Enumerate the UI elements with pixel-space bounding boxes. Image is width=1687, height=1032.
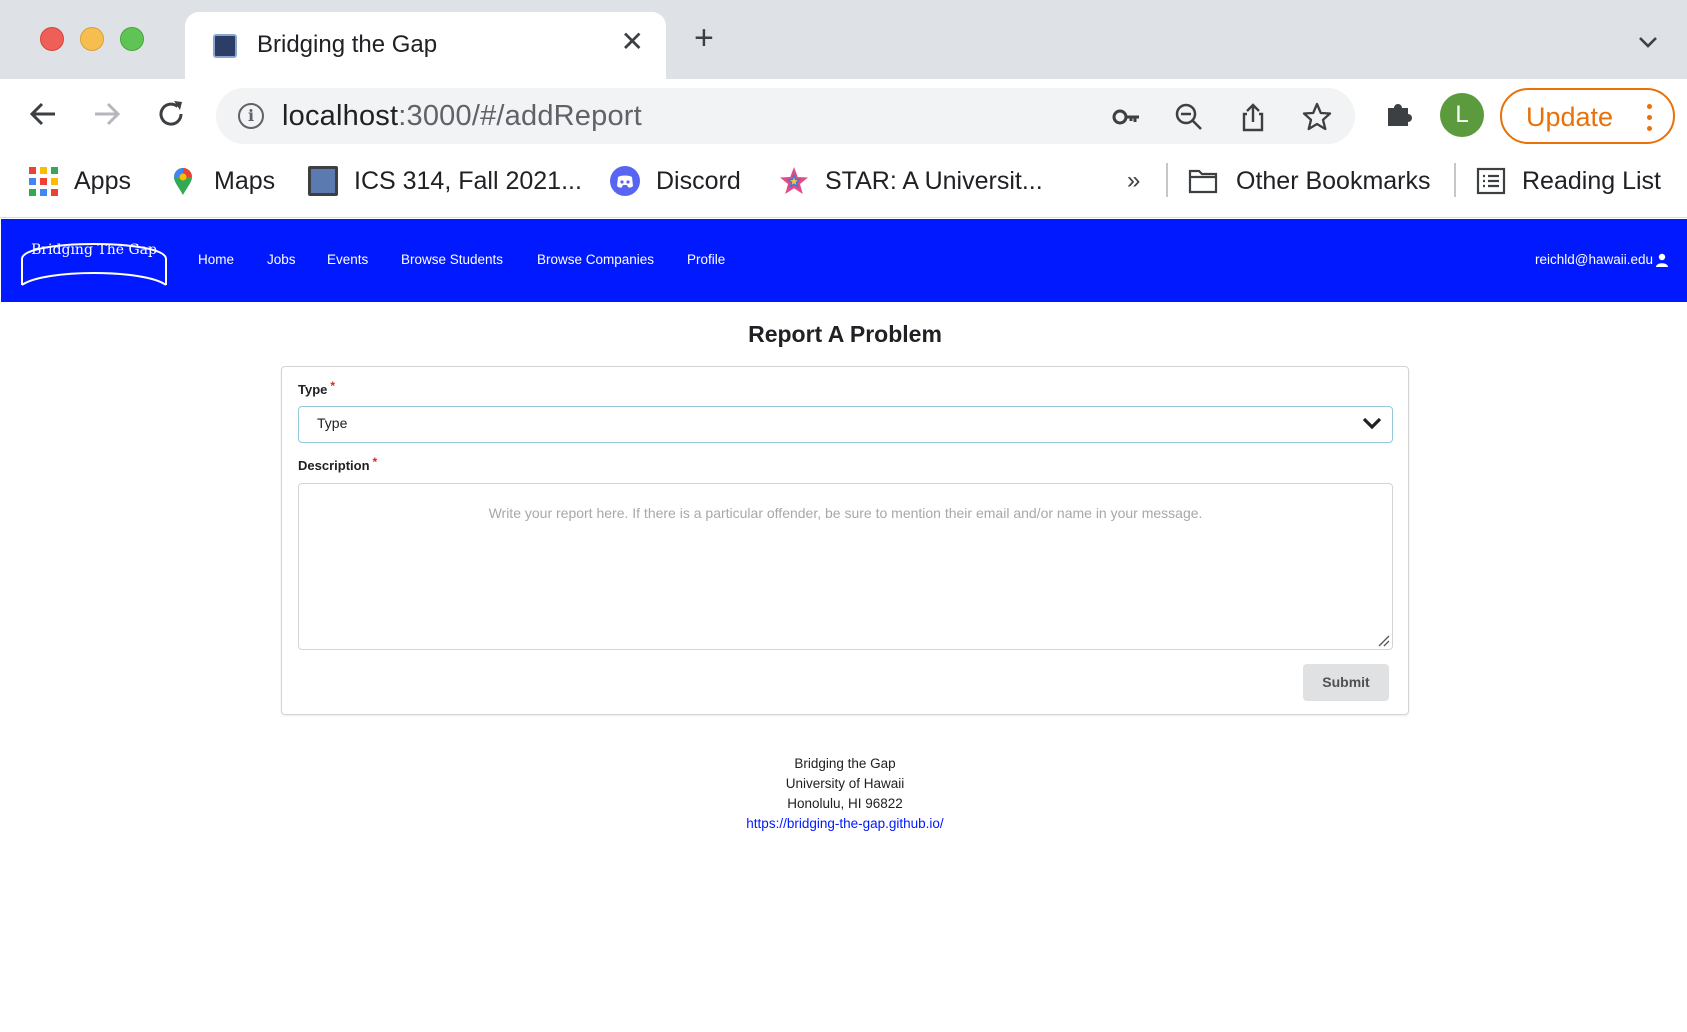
report-form-card: Type * Type Description * Write your repor…	[281, 366, 1409, 715]
bookmark-label: Maps	[214, 166, 276, 195]
bookmark-label: Reading List	[1522, 166, 1661, 195]
site-navbar: Bridging The Gap Home Jobs Events Browse…	[1, 219, 1687, 302]
apps-grid-icon	[28, 166, 58, 196]
forward-arrow-icon[interactable]	[89, 96, 125, 132]
bookmark-label: Discord	[656, 166, 741, 195]
bookmark-ics314[interactable]: ICS 314, Fall 2021...	[308, 164, 582, 198]
user-icon	[1656, 253, 1668, 267]
maximize-window-button[interactable]	[120, 27, 144, 51]
nav-browse-companies[interactable]: Browse Companies	[537, 252, 654, 267]
bookmark-star-icon[interactable]	[1302, 102, 1332, 132]
tab-close-icon[interactable]: ✕	[621, 27, 644, 57]
submit-button[interactable]: Submit	[1303, 664, 1389, 701]
footer-line-address: Honolulu, HI 96822	[787, 796, 903, 811]
reading-list-icon	[1476, 167, 1506, 195]
nav-events[interactable]: Events	[327, 252, 368, 267]
description-placeholder: Write your report here. If there is a pa…	[488, 505, 1203, 521]
type-label: Type *	[298, 379, 336, 397]
browser-window: Bridging the Gap ✕ + i localhost:3000/#/…	[0, 0, 1687, 1032]
footer-line-university: University of Hawaii	[785, 776, 905, 791]
page-content: Bridging The Gap Home Jobs Events Browse…	[0, 218, 1687, 1032]
address-bar[interactable]: i localhost:3000/#/addReport	[216, 88, 1355, 144]
footer-link[interactable]: https://bridging-the-gap.github.io/	[746, 816, 943, 831]
zoom-out-icon[interactable]	[1174, 102, 1204, 132]
bookmarks-bar: Apps Maps ICS 314, Fall 2021... Discord	[0, 151, 1687, 218]
type-select-value: Type	[317, 415, 348, 431]
kebab-menu-icon[interactable]	[1647, 104, 1653, 132]
url-text[interactable]: localhost:3000/#/addReport	[282, 100, 642, 133]
nav-browse-students[interactable]: Browse Students	[401, 252, 503, 267]
chevron-down-icon	[1362, 417, 1382, 430]
profile-avatar[interactable]: L	[1440, 93, 1484, 137]
reading-list-button[interactable]: Reading List	[1476, 164, 1661, 198]
bookmark-apps[interactable]: Apps	[28, 164, 131, 198]
minimize-window-button[interactable]	[80, 27, 104, 51]
nav-home[interactable]: Home	[198, 252, 234, 267]
back-arrow-icon[interactable]	[25, 96, 61, 132]
favicon-icon	[213, 34, 237, 58]
bookmark-star[interactable]: STAR: A Universit...	[779, 164, 1043, 198]
browser-toolbar: i localhost:3000/#/addReport L Update	[0, 79, 1687, 151]
reload-icon[interactable]	[153, 96, 189, 132]
bookmark-label: Apps	[74, 166, 131, 195]
update-label: Update	[1526, 102, 1614, 132]
tab-title: Bridging the Gap	[257, 31, 438, 58]
maps-pin-icon	[174, 168, 192, 195]
description-textarea[interactable]: Write your report here. If there is a pa…	[298, 483, 1393, 650]
user-email: reichld@hawaii.edu	[1534, 252, 1653, 267]
discord-icon	[610, 166, 640, 196]
key-icon[interactable]	[1111, 102, 1141, 132]
tab-search-chevron-icon[interactable]	[1636, 30, 1660, 54]
update-button[interactable]: Update	[1500, 88, 1675, 144]
nav-jobs[interactable]: Jobs	[267, 252, 296, 267]
type-select[interactable]: Type	[298, 406, 1393, 443]
new-tab-button[interactable]: +	[694, 21, 714, 55]
user-menu[interactable]: reichld@hawaii.edu	[1535, 252, 1669, 267]
url-path: :3000/#/addReport	[398, 100, 642, 132]
url-host: localhost	[282, 100, 399, 132]
footer-line-name: Bridging the Gap	[794, 756, 896, 771]
close-window-button[interactable]	[40, 27, 64, 51]
description-label-text: Description	[298, 458, 370, 473]
type-label-text: Type	[298, 382, 328, 397]
folder-icon	[1188, 169, 1218, 194]
required-marker: *	[330, 379, 336, 393]
share-icon[interactable]	[1238, 102, 1268, 132]
bookmark-page-icon	[308, 166, 338, 196]
site-footer: Bridging the Gap University of Hawaii Ho…	[0, 754, 1687, 834]
site-info-icon[interactable]: i	[238, 103, 264, 129]
bookmark-label: ICS 314, Fall 2021...	[354, 166, 582, 195]
star-logo-icon	[780, 167, 808, 194]
bookmark-separator	[1454, 163, 1456, 197]
description-label: Description *	[298, 455, 378, 473]
bookmark-separator	[1166, 163, 1168, 197]
required-marker: *	[372, 455, 378, 469]
bookmark-maps[interactable]: Maps	[168, 164, 275, 198]
bookmark-label: STAR: A Universit...	[825, 166, 1043, 195]
tab-strip: Bridging the Gap ✕ +	[0, 0, 1687, 79]
extensions-puzzle-icon[interactable]	[1382, 96, 1416, 130]
bookmark-label: Other Bookmarks	[1236, 166, 1431, 195]
site-logo[interactable]: Bridging The Gap	[19, 235, 169, 287]
bookmark-other[interactable]: Other Bookmarks	[1186, 164, 1431, 198]
nav-profile[interactable]: Profile	[687, 252, 725, 267]
page-title: Report A Problem	[748, 321, 942, 347]
bookmark-discord[interactable]: Discord	[610, 164, 741, 198]
browser-tab-active[interactable]: Bridging the Gap ✕	[185, 12, 666, 79]
bookmarks-overflow-button[interactable]: »	[1127, 164, 1140, 198]
logo-text: Bridging The Gap	[31, 242, 157, 258]
resize-handle-icon[interactable]	[1376, 633, 1390, 647]
